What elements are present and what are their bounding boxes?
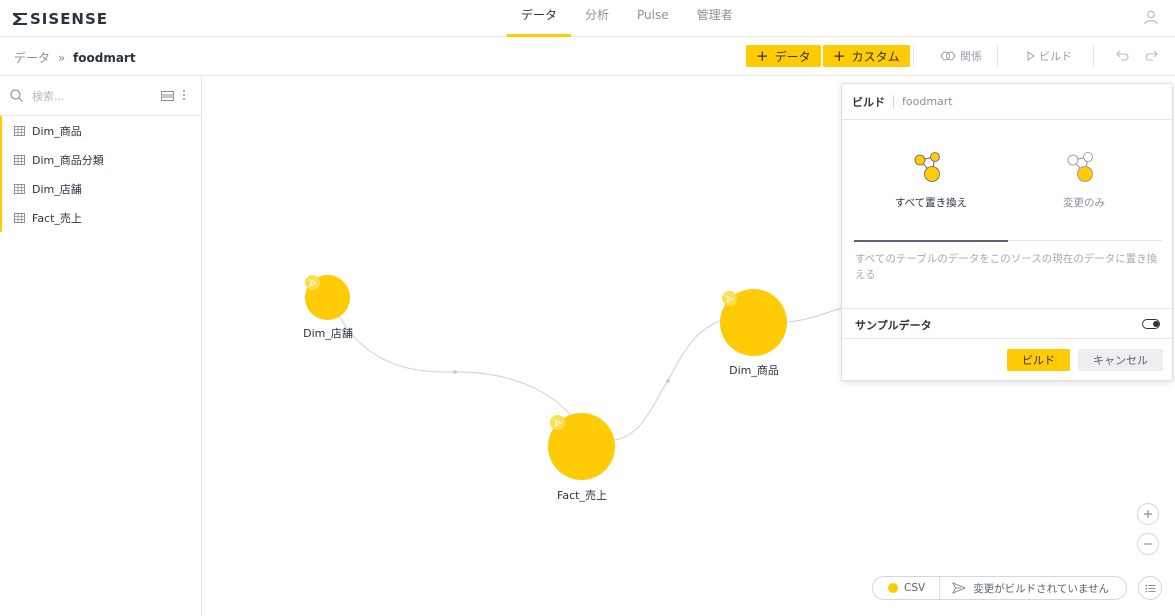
play-icon xyxy=(1027,51,1035,61)
logo-text: SISENSE xyxy=(30,10,109,28)
main-nav-tabs: データ 分析 Pulse 管理者 xyxy=(507,0,747,37)
plus-icon: + xyxy=(833,46,846,65)
table-item-label: Dim_商品分類 xyxy=(32,153,104,167)
relation-link-midpoint xyxy=(453,370,457,374)
nav-tab-analytics[interactable]: 分析 xyxy=(571,0,623,37)
build-button[interactable]: ビルド xyxy=(1027,48,1072,64)
table-item-label: Fact_売上 xyxy=(32,211,82,225)
table-icon xyxy=(14,154,25,165)
list-toggle-button[interactable] xyxy=(1138,576,1162,600)
sisense-logo[interactable]: SISENSE xyxy=(13,10,108,28)
table-node-label: Dim_商品 xyxy=(729,364,779,377)
relation-link xyxy=(785,307,843,323)
header-divider xyxy=(893,94,894,109)
table-node-label: Dim_店舗 xyxy=(303,327,353,340)
zoom-out-button[interactable] xyxy=(1137,533,1159,555)
nav-tab-admin[interactable]: 管理者 xyxy=(683,0,747,37)
add-data-label: データ xyxy=(774,49,811,64)
search-icon xyxy=(10,89,23,105)
send-icon xyxy=(722,291,737,306)
user-icon[interactable] xyxy=(1143,9,1159,28)
source-type-label: CSV xyxy=(904,582,926,594)
build-status-bar: CSV 変更がビルドされていません xyxy=(872,576,1127,600)
sidebar-table-item[interactable]: Dim_店舗 xyxy=(0,174,201,203)
undo-icon[interactable] xyxy=(1116,50,1129,64)
list-view-icon[interactable] xyxy=(161,90,174,104)
table-icon xyxy=(14,212,25,223)
table-icon xyxy=(14,125,25,136)
source-type[interactable]: CSV xyxy=(873,577,941,599)
replace-all-icon xyxy=(914,152,940,182)
build-panel-subtitle: foodmart xyxy=(902,95,953,108)
source-dot-icon xyxy=(888,583,898,593)
table-node[interactable] xyxy=(305,275,350,320)
toolbar-divider xyxy=(997,45,998,67)
table-node-label: Fact_売上 xyxy=(557,489,607,502)
add-custom-button[interactable]: + カスタム xyxy=(823,45,910,67)
table-item-label: Dim_店舗 xyxy=(32,182,82,196)
option-replace-all-label: すべて置き換え xyxy=(894,197,968,209)
build-panel-title: ビルド xyxy=(852,95,885,109)
breadcrumb-current: foodmart xyxy=(73,51,136,65)
breadcrumb-separator: » xyxy=(57,51,66,65)
changes-only-icon xyxy=(1067,152,1093,182)
search-input[interactable] xyxy=(32,87,142,105)
option-replace-all[interactable]: すべて置き換え xyxy=(861,150,1001,210)
send-icon xyxy=(550,415,565,430)
build-status-text: 変更がビルドされていません xyxy=(973,582,1110,595)
build-panel-header: ビルド foodmart xyxy=(842,84,1172,120)
option-changes-only[interactable]: 変更のみ xyxy=(1014,150,1154,210)
add-custom-label: カスタム xyxy=(851,49,900,64)
minus-icon xyxy=(1144,543,1152,545)
build-option-description: すべてのテーブルのデータをこのソースの現在のデータに置き換える xyxy=(855,253,1158,281)
option-changes-only-label: 変更のみ xyxy=(1063,197,1105,209)
redo-icon[interactable] xyxy=(1145,50,1158,64)
add-data-button[interactable]: + データ xyxy=(746,45,821,67)
build-status-message: 変更がビルドされていません xyxy=(940,581,1109,596)
send-icon xyxy=(952,582,967,594)
relations-label: 関係 xyxy=(960,50,982,63)
logo-mark-icon xyxy=(13,13,27,25)
nav-tab-pulse[interactable]: Pulse xyxy=(623,0,683,37)
toolbar-divider xyxy=(1093,45,1094,67)
sidebar-table-item[interactable]: Fact_売上 xyxy=(0,203,201,232)
breadcrumb: データ » foodmart xyxy=(14,49,136,66)
sidebar-search xyxy=(0,76,201,116)
build-confirm-button[interactable]: ビルド xyxy=(1007,349,1070,371)
table-node[interactable] xyxy=(720,289,787,356)
model-toolbar: データ » foodmart + データ + カスタム 関係 ビルド xyxy=(0,37,1175,76)
sidebar-table-item[interactable]: Dim_商品分類 xyxy=(0,145,201,174)
toolbar-divider xyxy=(913,45,914,67)
option-underline-active xyxy=(854,240,1008,242)
list-icon xyxy=(1144,584,1155,592)
build-cancel-button[interactable]: キャンセル xyxy=(1078,349,1163,371)
build-label: ビルド xyxy=(1039,50,1072,63)
table-node[interactable] xyxy=(548,413,615,480)
nav-tab-data[interactable]: データ xyxy=(507,0,572,37)
relation-link-midpoint xyxy=(666,379,670,383)
table-item-label: Dim_商品 xyxy=(32,124,82,138)
relations-button[interactable]: 関係 xyxy=(940,48,982,64)
tables-sidebar: Dim_商品 Dim_商品分類 Dim_店舗 Fact_売上 xyxy=(0,76,202,616)
plus-icon: + xyxy=(756,46,769,65)
relation-link xyxy=(337,313,578,425)
sample-data-label: サンプルデータ xyxy=(855,319,932,332)
breadcrumb-root[interactable]: データ xyxy=(14,51,50,65)
sidebar-table-item[interactable]: Dim_商品 xyxy=(0,116,201,145)
plus-icon xyxy=(1144,510,1152,518)
relations-icon xyxy=(941,51,955,61)
zoom-in-button[interactable] xyxy=(1137,503,1159,525)
sample-data-toggle[interactable] xyxy=(1142,319,1160,329)
table-icon xyxy=(14,183,25,194)
top-navigation: SISENSE データ 分析 Pulse 管理者 xyxy=(0,0,1175,37)
sample-data-row: サンプルデータ xyxy=(842,308,1172,339)
more-vertical-icon[interactable] xyxy=(182,89,186,104)
send-icon xyxy=(305,275,320,290)
build-panel: ビルド foodmart すべて置き換え 変更のみ すべてのテーブルのデータをこ… xyxy=(841,83,1173,381)
